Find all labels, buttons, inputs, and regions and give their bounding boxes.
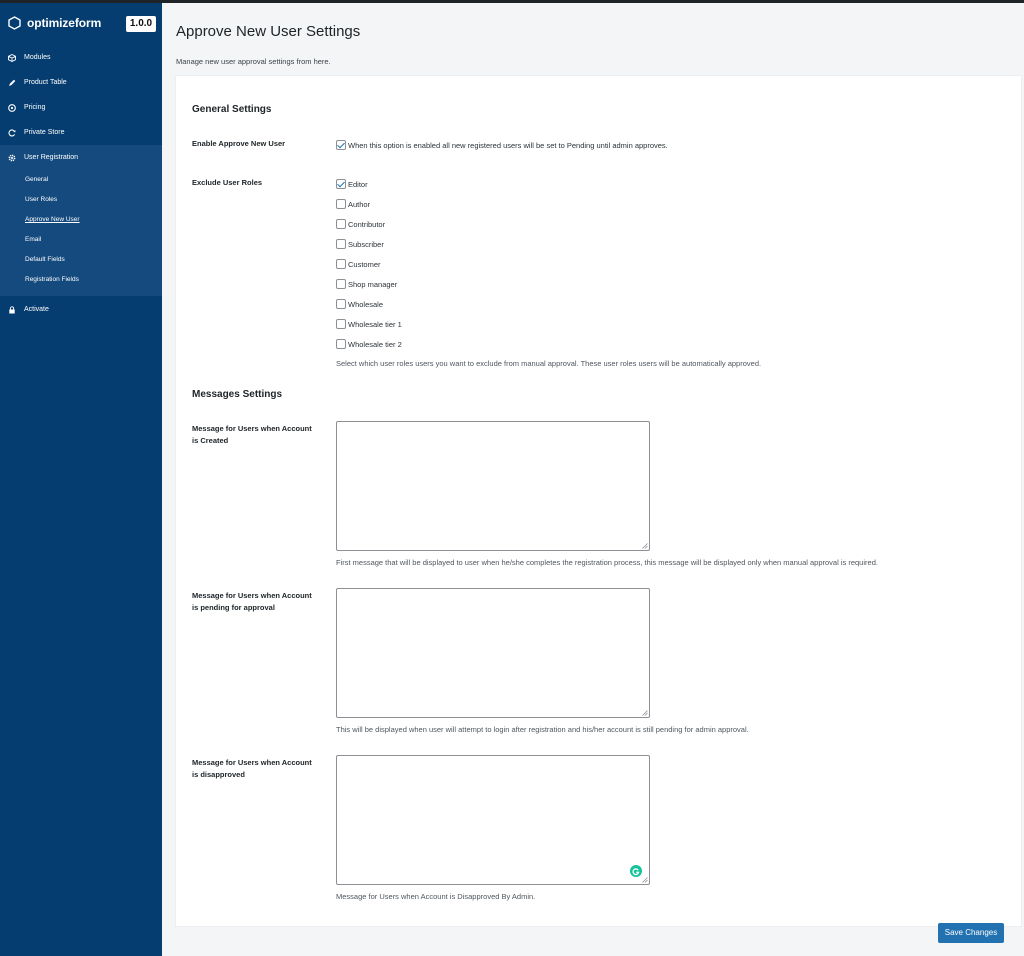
pending-message-textarea[interactable]	[336, 588, 650, 718]
sidebar-item-pricing[interactable]: Pricing	[0, 95, 162, 120]
settings-panel: General Settings Enable Approve New User…	[175, 75, 1022, 927]
sidebar-item-label: Modules	[24, 54, 51, 61]
sidebar-item-label: Pricing	[24, 104, 46, 111]
sidebar-item-label: Private Store	[24, 129, 65, 136]
sidebar: optimizeform 1.0.0 Modules Product Table…	[0, 3, 162, 956]
role-option-wholesale-tier-1[interactable]: Wholesale tier 1	[336, 318, 402, 330]
resize-grip-icon[interactable]	[642, 543, 648, 549]
label-line: is pending for approval	[192, 603, 275, 612]
label-line: Message for Users when Account	[192, 758, 312, 767]
label-line: is Created	[192, 436, 229, 445]
resize-grip-icon[interactable]	[642, 710, 648, 716]
label-line: Message for Users when Account	[192, 591, 312, 600]
page-description: Manage new user approval settings from h…	[176, 57, 331, 66]
general-settings-title: General Settings	[192, 104, 272, 115]
messages-settings-title: Messages Settings	[192, 389, 283, 400]
subnav-item-general[interactable]: General	[0, 170, 162, 190]
role-checkbox-contributor[interactable]	[336, 219, 346, 229]
grammarly-g-icon	[632, 868, 640, 876]
subnav-item-registration-fields[interactable]: Registration Fields	[0, 270, 162, 290]
role-checkbox-wholesale[interactable]	[336, 299, 346, 309]
created-message-label: Message for Users when Account is Create…	[192, 423, 327, 447]
disapproved-message-textarea[interactable]	[336, 755, 650, 885]
enable-approve-label: Enable Approve New User	[192, 139, 286, 148]
role-checkbox-author[interactable]	[336, 199, 346, 209]
created-message-help: First message that will be displayed to …	[336, 558, 878, 567]
role-checkbox-editor[interactable]	[336, 179, 346, 189]
subnav-item-approve-new-user[interactable]: Approve New User	[0, 210, 162, 230]
role-checkbox-wholesale-tier-2[interactable]	[336, 339, 346, 349]
role-option-wholesale-tier-2[interactable]: Wholesale tier 2	[336, 338, 402, 350]
exclude-roles-help: Select which user roles users you want t…	[336, 359, 762, 368]
enable-approve-checkbox[interactable]	[336, 140, 346, 150]
sidebar-item-activate[interactable]: Activate	[0, 297, 162, 322]
sidebar-subnav: General User Roles Approve New User Emai…	[0, 170, 162, 296]
tag-icon	[8, 104, 16, 112]
refresh-icon	[8, 129, 16, 137]
pending-message-label: Message for Users when Account is pendin…	[192, 590, 327, 614]
role-option-wholesale[interactable]: Wholesale	[336, 298, 383, 310]
pending-message-help: This will be displayed when user will at…	[336, 725, 749, 734]
cube-icon	[8, 54, 16, 62]
sidebar-nav: Modules Product Table Pricing Private St…	[0, 45, 162, 322]
grammarly-icon[interactable]	[630, 865, 642, 877]
subnav-item-default-fields[interactable]: Default Fields	[0, 250, 162, 270]
enable-approve-option[interactable]: When this option is enabled all new regi…	[336, 139, 668, 151]
role-label: Shop manager	[348, 279, 398, 289]
exclude-roles-label: Exclude User Roles	[192, 178, 263, 187]
role-label: Wholesale tier 2	[348, 339, 402, 349]
sidebar-item-private-store[interactable]: Private Store	[0, 120, 162, 145]
label-line: is disapproved	[192, 770, 245, 779]
disapproved-message-label: Message for Users when Account is disapp…	[192, 757, 327, 781]
role-label: Author	[348, 199, 371, 209]
role-checkbox-customer[interactable]	[336, 259, 346, 269]
sidebar-item-product-table[interactable]: Product Table	[0, 70, 162, 95]
label-line: Message for Users when Account	[192, 424, 312, 433]
role-option-editor[interactable]: Editor	[336, 178, 368, 190]
brand-name: optimizeform	[27, 16, 102, 30]
gear-icon	[8, 154, 16, 162]
page-title: Approve New User Settings	[176, 23, 361, 40]
role-option-subscriber[interactable]: Subscriber	[336, 238, 384, 250]
role-label: Contributor	[348, 219, 386, 229]
sidebar-item-modules[interactable]: Modules	[0, 45, 162, 70]
enable-approve-text: When this option is enabled all new regi…	[348, 140, 668, 150]
sidebar-item-user-registration[interactable]: User Registration	[0, 145, 162, 170]
sidebar-item-label: Product Table	[24, 79, 67, 86]
brand-logo-icon	[8, 16, 21, 30]
role-option-shop-manager[interactable]: Shop manager	[336, 278, 397, 290]
sidebar-item-label: User Registration	[24, 154, 79, 161]
sidebar-item-label: Activate	[24, 306, 49, 313]
resize-grip-icon[interactable]	[642, 877, 648, 883]
created-message-textarea[interactable]	[336, 421, 650, 551]
brand: optimizeform 1.0.0	[0, 3, 162, 43]
role-label: Customer	[348, 259, 381, 269]
pencil-icon	[9, 79, 16, 86]
subnav-item-email[interactable]: Email	[0, 230, 162, 250]
version-badge: 1.0.0	[126, 16, 156, 32]
role-label: Editor	[348, 179, 368, 189]
role-label: Wholesale	[348, 299, 384, 309]
lock-icon	[9, 306, 15, 314]
subnav-item-user-roles[interactable]: User Roles	[0, 190, 162, 210]
role-option-contributor[interactable]: Contributor	[336, 218, 385, 230]
role-checkbox-subscriber[interactable]	[336, 239, 346, 249]
role-label: Wholesale tier 1	[348, 319, 402, 329]
role-checkbox-shop-manager[interactable]	[336, 279, 346, 289]
save-changes-button[interactable]: Save Changes	[938, 923, 1004, 943]
role-option-author[interactable]: Author	[336, 198, 370, 210]
role-checkbox-wholesale-tier-1[interactable]	[336, 319, 346, 329]
role-label: Subscriber	[348, 239, 384, 249]
disapproved-message-help: Message for Users when Account is Disapp…	[336, 892, 536, 901]
main-content: Approve New User Settings Manage new use…	[162, 3, 1024, 956]
role-option-customer[interactable]: Customer	[336, 258, 381, 270]
